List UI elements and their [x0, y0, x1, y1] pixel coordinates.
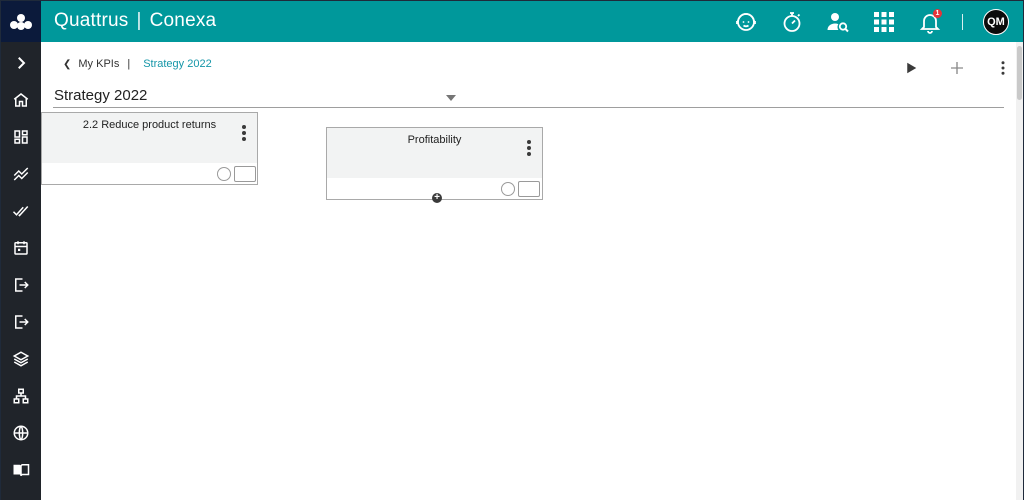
more-vertical-icon[interactable]: [241, 125, 247, 141]
breadcrumb-back-link[interactable]: My KPIs: [78, 58, 119, 70]
brand-name: Quattrus | Conexa: [54, 10, 216, 32]
page-title: Strategy 2022: [54, 87, 148, 104]
top-actions: 1 QM: [734, 1, 1023, 42]
trending-icon: [13, 167, 29, 181]
caret-down-icon[interactable]: [446, 95, 456, 101]
more-menu-button[interactable]: [992, 57, 1014, 79]
sidebar-item-home[interactable]: [1, 87, 41, 113]
book-icon: [13, 464, 30, 477]
status-circle: [501, 182, 515, 196]
user-search-icon[interactable]: [826, 10, 850, 34]
chevron-left-icon[interactable]: ❮: [63, 59, 71, 70]
sidebar: [1, 42, 41, 500]
logo-icon: [10, 13, 32, 30]
notification-badge: 1: [933, 8, 942, 18]
sidebar-item-tasks[interactable]: [1, 198, 41, 224]
kpi-card[interactable]: 2.2 Reduce product returns: [41, 112, 258, 185]
timer-icon[interactable]: [780, 10, 804, 34]
notifications-bell-icon[interactable]: 1: [918, 8, 942, 34]
hierarchy-icon: [13, 388, 29, 404]
brand-left: Quattrus: [54, 10, 129, 31]
sidebar-item-calendar[interactable]: [1, 235, 41, 261]
sidebar-item-import[interactable]: [1, 272, 41, 298]
more-vertical-icon: [1001, 61, 1005, 75]
play-icon: [907, 62, 917, 74]
done-all-icon: [12, 205, 29, 217]
sidebar-item-dashboard[interactable]: [1, 124, 41, 150]
login-icon: [15, 278, 29, 292]
status-circle: [217, 167, 231, 181]
more-vertical-icon[interactable]: [526, 140, 532, 156]
strategy-select[interactable]: Strategy 2022: [53, 86, 1004, 108]
kpi-card[interactable]: Profitability: [326, 127, 543, 200]
sidebar-item-trending[interactable]: [1, 161, 41, 187]
home-icon: [13, 93, 29, 107]
play-button[interactable]: [900, 57, 922, 79]
app-logo[interactable]: [1, 1, 41, 42]
sidebar-item-docs[interactable]: [1, 457, 41, 483]
logout-icon: [15, 315, 29, 329]
sidebar-item-globe[interactable]: [1, 420, 41, 446]
breadcrumb-separator: |: [127, 58, 131, 70]
globe-icon: [13, 425, 29, 441]
user-avatar[interactable]: QM: [983, 8, 1009, 35]
sidebar-expand[interactable]: [1, 50, 41, 76]
kpi-card-title: 2.2 Reduce product returns: [82, 119, 217, 131]
app-window: Quattrus | Conexa 1 QM ❮ My KPIs | Strat…: [0, 0, 1024, 500]
topbar-divider: [962, 13, 963, 30]
calendar-icon: [14, 241, 28, 255]
scrollbar-thumb[interactable]: [1017, 46, 1022, 100]
status-value-box: [234, 166, 256, 182]
chevron-right-icon: [18, 57, 26, 69]
layers-icon: [12, 351, 30, 367]
brand-separator: |: [136, 10, 142, 31]
sidebar-item-export[interactable]: [1, 309, 41, 335]
main-content: ❮ My KPIs | Strategy 2022 Strategy 2022 …: [41, 42, 1016, 500]
breadcrumb-current[interactable]: Strategy 2022: [143, 58, 212, 70]
kpi-card-title: Profitability: [407, 134, 462, 146]
add-button[interactable]: [946, 57, 968, 79]
sidebar-item-hierarchy[interactable]: [1, 383, 41, 409]
dashboard-icon: [14, 130, 28, 144]
breadcrumb: ❮ My KPIs | Strategy 2022: [63, 58, 212, 70]
top-bar: Quattrus | Conexa 1 QM: [1, 1, 1023, 42]
support-agent-icon[interactable]: [734, 10, 758, 34]
page-actions: [876, 57, 1014, 79]
vertical-scrollbar[interactable]: [1016, 42, 1023, 500]
add-child-button[interactable]: +: [432, 193, 442, 203]
status-value-box: [518, 181, 540, 197]
apps-grid-icon[interactable]: [872, 10, 896, 34]
brand-right: Conexa: [149, 10, 217, 31]
plus-icon: [951, 62, 963, 74]
sidebar-item-layers[interactable]: [1, 346, 41, 372]
